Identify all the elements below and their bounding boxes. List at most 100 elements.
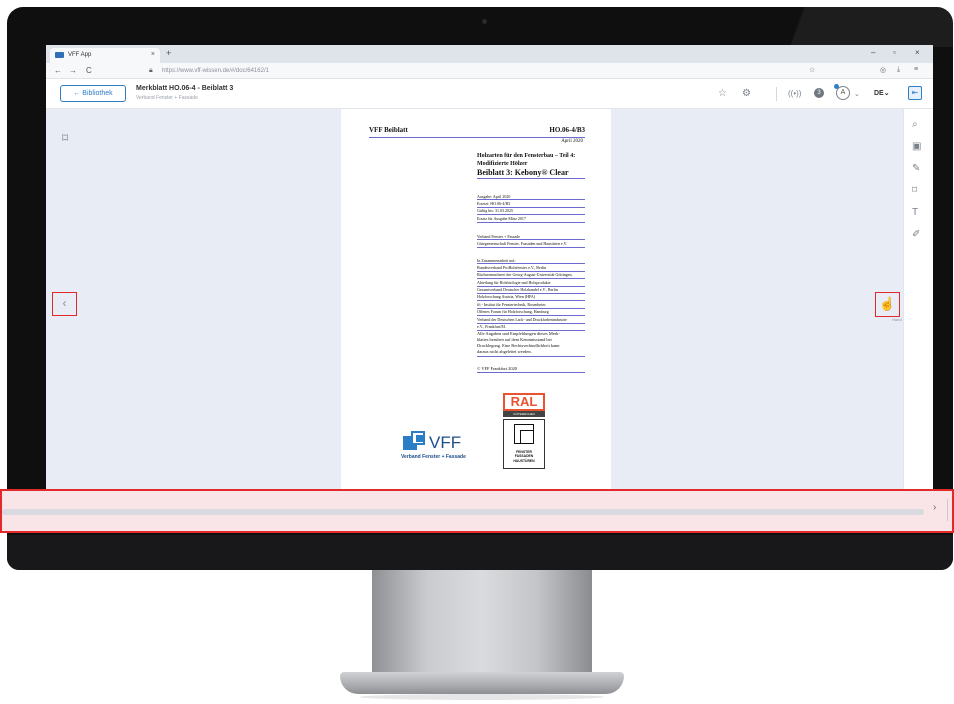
- vff-logo: VFF Verband Fenster + Fassade: [401, 429, 493, 469]
- partner-line: Büchsenmacherei der Georg-August-Univers…: [477, 272, 585, 280]
- url-text: https://www.vff-wissen.de/#/doc/64162/1: [162, 68, 269, 74]
- bezel-shine: [733, 7, 953, 47]
- ral-label: RAL: [503, 393, 545, 411]
- disclaimer-line: daraus nicht abgeleitet werden.: [477, 349, 585, 357]
- monitor-foot: [340, 672, 624, 694]
- lock-icon: 🔒︎: [149, 67, 153, 74]
- gear-icon[interactable]: ⚙: [742, 88, 751, 99]
- horizontal-scrollbar[interactable]: ›: [0, 489, 954, 533]
- partner-block: In Zusammenarbeit mit: Bundesverband Pro…: [477, 257, 585, 331]
- edit-note-icon[interactable]: ✎: [912, 163, 920, 174]
- previous-page-button[interactable]: ‹: [52, 292, 77, 316]
- scrollbar-track[interactable]: [2, 509, 924, 515]
- title-line-1: Holzarten für den Fensterbau – Teil 4:: [477, 153, 576, 159]
- hand-tool-label: Hand: [892, 317, 902, 322]
- monitor-stand: [372, 570, 592, 682]
- tab-close-icon[interactable]: ×: [151, 51, 155, 58]
- window-maximize-button[interactable]: ▫: [893, 48, 896, 57]
- chevron-down-icon[interactable]: ⌄: [854, 90, 860, 98]
- bookmark-icon[interactable]: ⌑: [62, 131, 68, 145]
- browser-tab[interactable]: VFF App ×: [50, 48, 160, 63]
- url-input[interactable]: 🔒︎ https://www.vff-wissen.de/#/doc/64162…: [148, 66, 798, 76]
- info-line: Ersetzt: HO.06-4/B3: [477, 200, 585, 208]
- page-header-right: HO.06-4/B3: [549, 126, 585, 134]
- broadcast-icon[interactable]: ((•)): [788, 89, 801, 98]
- hand-tool-button[interactable]: ☝: [875, 292, 900, 317]
- ral-seal: FENSTER FASSADEN HAUSTÜREN: [503, 419, 545, 469]
- document-title: Merkblatt HO.06-4 - Beiblatt 3: [136, 85, 234, 92]
- reload-button[interactable]: C: [86, 66, 92, 75]
- info-line: Ausgabe: April 2020: [477, 193, 585, 201]
- vff-brand: VFF: [429, 433, 462, 452]
- camera: [482, 19, 487, 24]
- vff-tagline: Verband Fenster + Fassade: [401, 454, 466, 460]
- title-line-2: Modifizierte Hölzer: [477, 160, 528, 167]
- partner-line: In Zusammenarbeit mit:: [477, 257, 585, 265]
- document-icon[interactable]: ▣: [912, 141, 921, 152]
- ral-window-icon-inner: [520, 430, 534, 444]
- document-subtitle: Verband Fenster + Fassade: [136, 95, 198, 101]
- app-favicon-icon: [55, 52, 64, 58]
- header-divider: [776, 87, 777, 101]
- page-header: VFF Beiblatt HO.06-4/B3: [369, 126, 585, 138]
- menu-icon[interactable]: ≡: [914, 66, 918, 73]
- scroll-right-arrow-icon[interactable]: ›: [933, 502, 936, 513]
- partner-line: Holzforschung Austria, Wien (HFA): [477, 294, 585, 302]
- hand-icon: ☝: [879, 296, 896, 311]
- pencil-icon[interactable]: ✐: [912, 229, 920, 240]
- info-line: Ersatz für Ausgabe März 2017: [477, 215, 585, 223]
- partner-line: Abteilung für Holzbiologie und Holzprodu…: [477, 279, 585, 287]
- browser-addressbar: ← → C 🔒︎ https://www.vff-wissen.de/#/doc…: [46, 63, 933, 79]
- text-select-icon[interactable]: T: [912, 207, 918, 218]
- browser-tabbar: VFF App × + – ▫ ×: [46, 45, 933, 63]
- partner-line: Offenes Forum für Holzforschung, Hamburg: [477, 309, 585, 317]
- monitor-scene: VFF App × + – ▫ × ← → C 🔒︎ https://www.v…: [0, 0, 954, 704]
- screen: VFF App × + – ▫ × ← → C 🔒︎ https://www.v…: [46, 45, 933, 490]
- library-back-button[interactable]: ← Bibliothek: [60, 85, 126, 102]
- back-nav-button[interactable]: ←: [54, 66, 62, 75]
- info-line: Gültig bis: 31.03.2025: [477, 208, 585, 216]
- ral-seal-line: HAUSTÜREN: [513, 458, 535, 463]
- ral-seal-text: FENSTER FASSADEN HAUSTÜREN: [504, 450, 544, 463]
- star-icon[interactable]: ☆: [809, 66, 815, 74]
- publisher-block: Verband Fenster + Fassade Gütegemeinscha…: [477, 233, 585, 248]
- panel-toggle-icon[interactable]: ⇤: [908, 86, 922, 100]
- publisher-line: Gütegemeinschaft Fenster, Fassaden und H…: [477, 240, 585, 248]
- scrollbar-end-divider: [947, 499, 948, 521]
- ral-logo: RAL GÜTEZEICHEN FENSTER FASSADEN HAUSTÜR…: [503, 393, 545, 487]
- notification-badge[interactable]: 3: [814, 88, 824, 98]
- monitor-chin: [7, 535, 953, 570]
- avatar[interactable]: A: [836, 86, 850, 100]
- publisher-line: Verband Fenster + Fassade: [477, 233, 585, 241]
- partner-line: Verband der Deutschen Lack- und Druckfar…: [477, 316, 585, 324]
- partner-line: e.V., Frankfurt/M.: [477, 324, 585, 331]
- ral-sublabel: GÜTEZEICHEN: [503, 411, 545, 417]
- info-block: Ausgabe: April 2020 Ersetzt: HO.06-4/B3 …: [477, 193, 585, 223]
- forward-nav-button[interactable]: →: [69, 66, 77, 75]
- window-close-button[interactable]: ×: [915, 48, 920, 57]
- favorite-star-icon[interactable]: ☆: [718, 88, 727, 99]
- tab-title: VFF App: [68, 52, 92, 58]
- page-date: April 2020: [561, 139, 583, 144]
- partner-line: Gesamtverband Deutscher Holzhandel e.V.,…: [477, 287, 585, 294]
- document-page: VFF Beiblatt HO.06-4/B3 April 2020 Holza…: [341, 109, 611, 490]
- language-selector[interactable]: DE⌄: [874, 89, 890, 97]
- bookmark-rail-icon[interactable]: ⌑: [912, 185, 917, 196]
- copyright-line: © VFF Frankfurt 2020: [477, 365, 585, 373]
- stand-shadow: [360, 694, 604, 700]
- app-header: ← Bibliothek Merkblatt HO.06-4 - Beiblat…: [46, 79, 933, 109]
- title-main: Beiblatt 3: Kebony® Clear: [477, 168, 585, 180]
- partner-line: Bundesverband ProHolzfenster e.V., Berli…: [477, 264, 585, 272]
- vff-logo-square-inner: [416, 435, 423, 442]
- title-block: Holzarten für den Fensterbau – Teil 4: M…: [477, 153, 585, 180]
- new-tab-button[interactable]: +: [166, 48, 171, 58]
- download-icon[interactable]: ⤓: [897, 66, 900, 74]
- window-minimize-button[interactable]: –: [871, 48, 875, 57]
- shield-icon[interactable]: ◎: [880, 66, 886, 74]
- disclaimer-block: Alle Angaben und Empfehlungen dieses Mer…: [477, 331, 585, 357]
- page-header-left: VFF Beiblatt: [369, 126, 408, 134]
- right-toolbar: ⌕ ▣ ✎ ⌑ T ✐: [903, 109, 933, 490]
- zoom-icon[interactable]: ⌕: [912, 119, 918, 130]
- partner-line: ift - Institut für Fenstertechnik, Rosen…: [477, 301, 585, 309]
- copyright-block: © VFF Frankfurt 2020: [477, 365, 585, 373]
